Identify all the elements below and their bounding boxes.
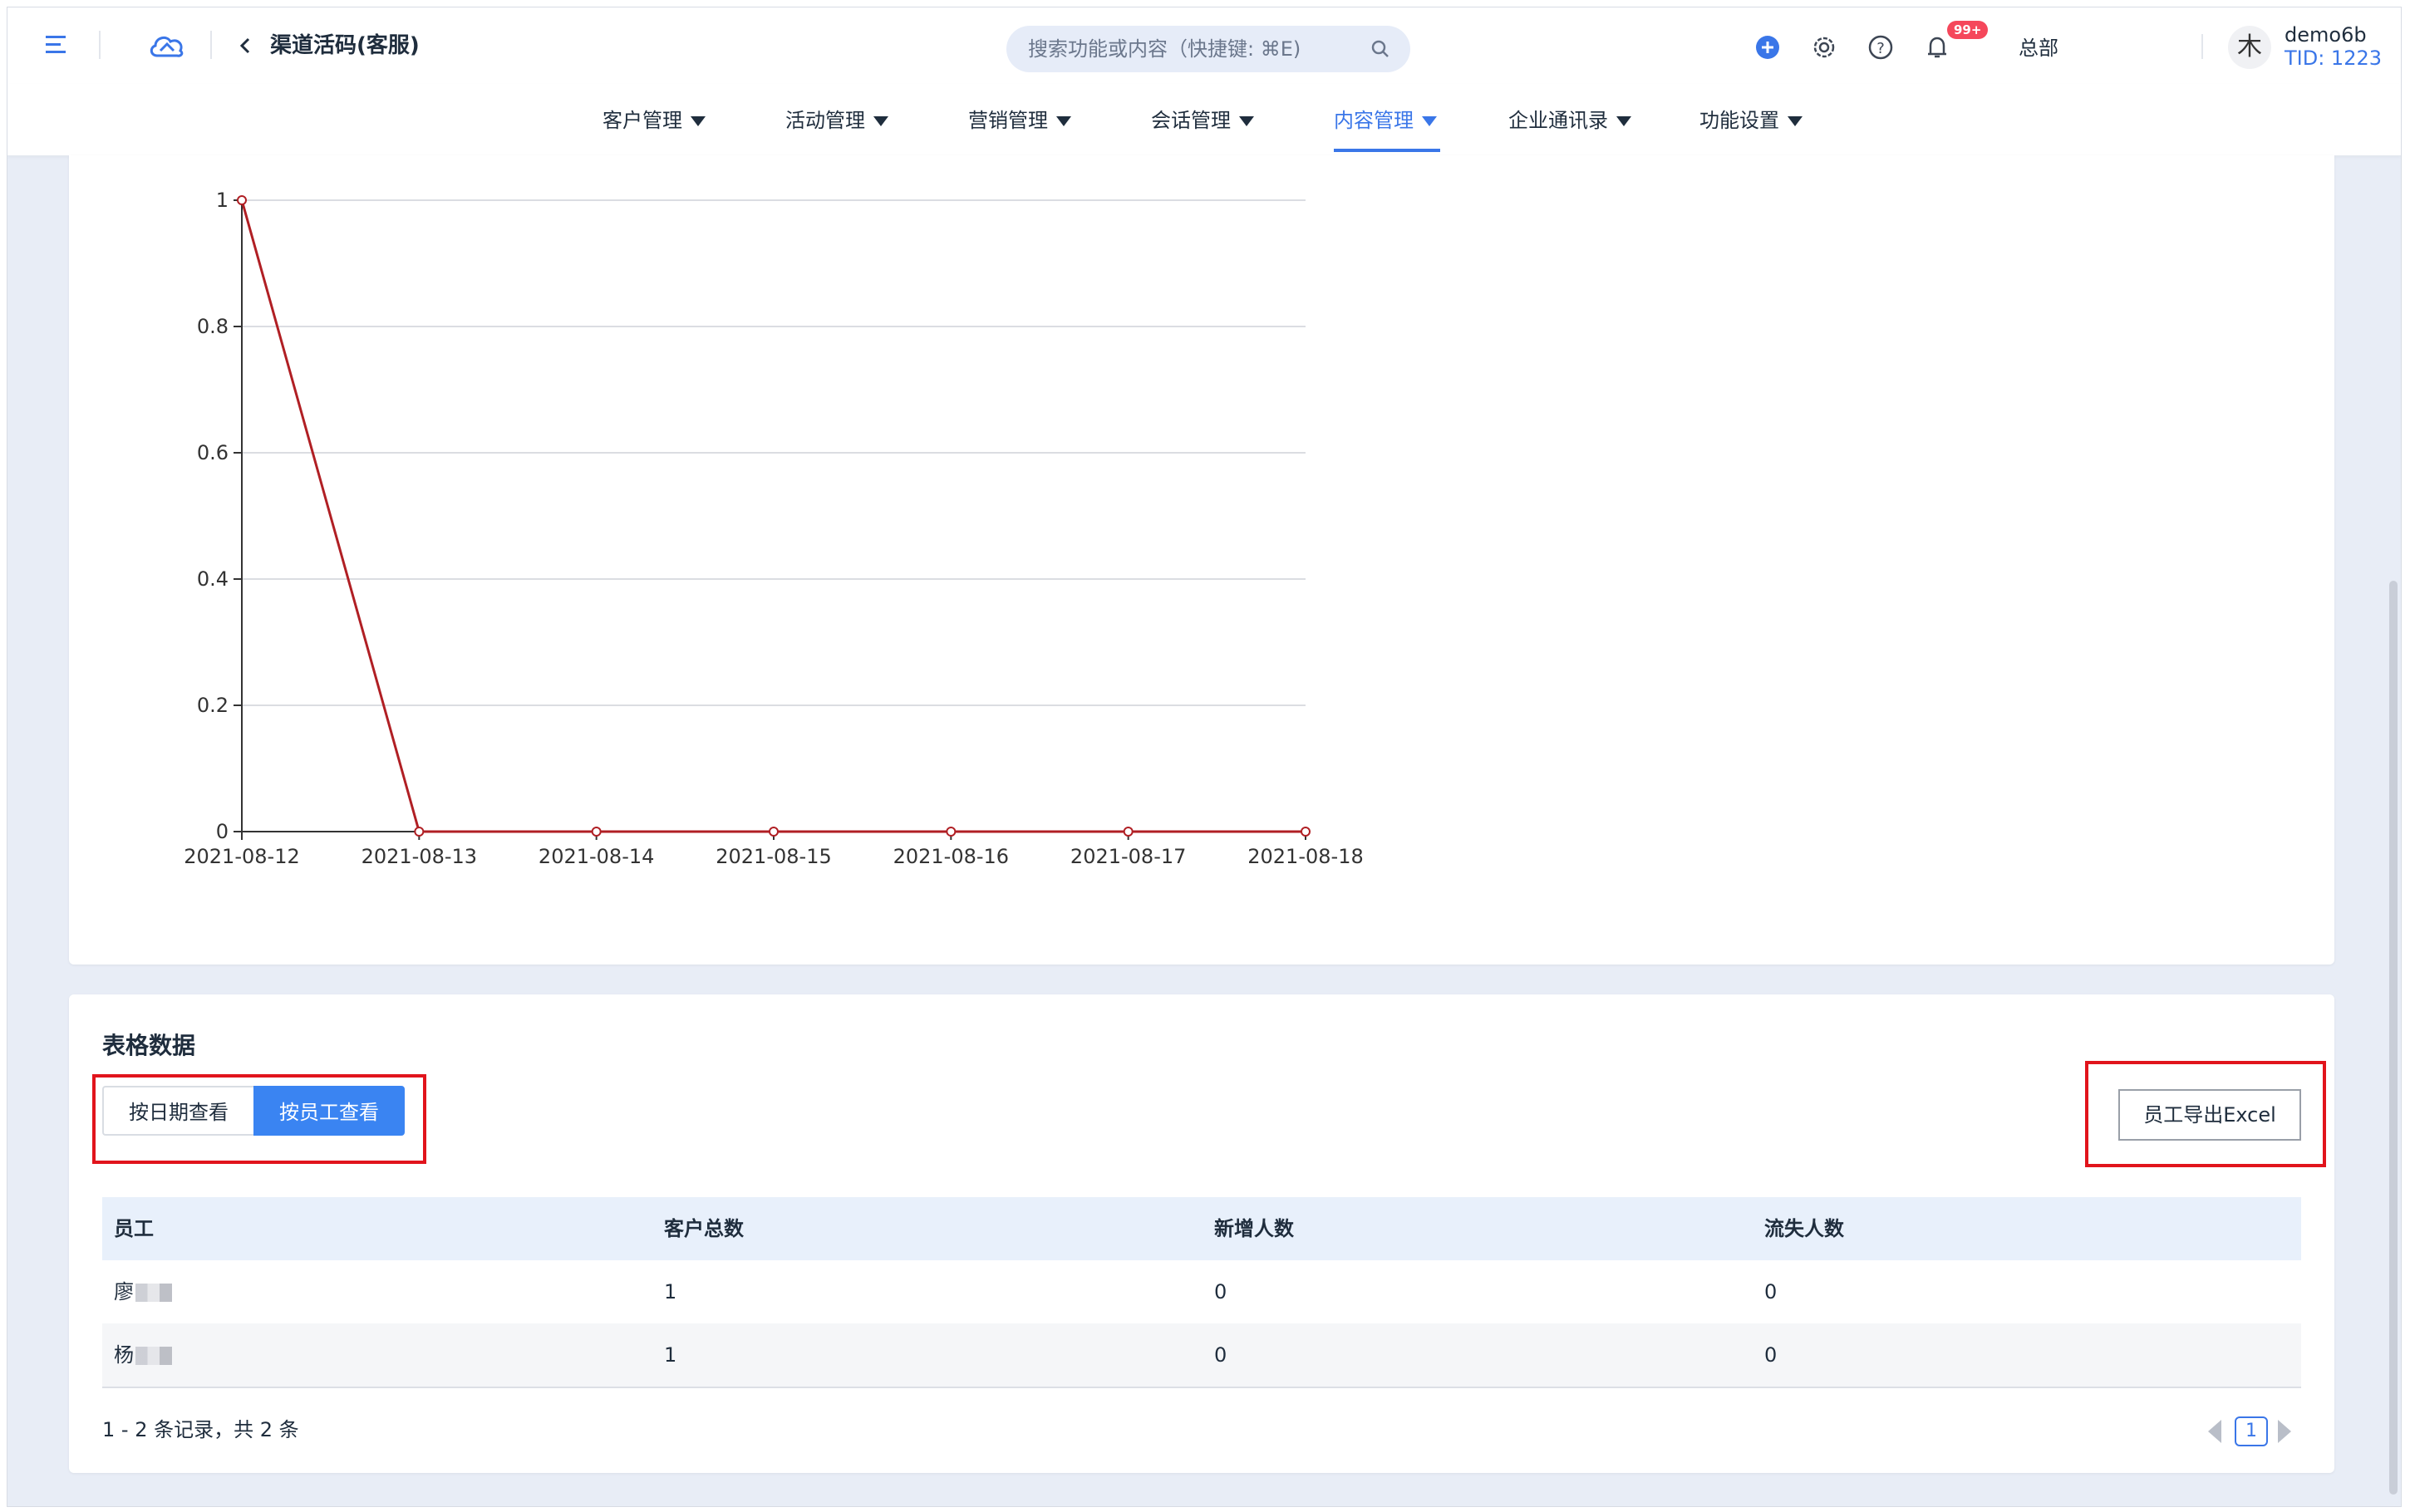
nav-label: 会话管理 xyxy=(1151,109,1231,132)
line-chart: 0 0.2 0.4 0.6 0.8 1 2021-08-12 2021-08-13 2021-0… xyxy=(184,189,1363,868)
nav-item-directory[interactable]: 企业通讯录 xyxy=(1508,104,1631,137)
nav-label: 活动管理 xyxy=(785,109,865,132)
nav-label: 企业通讯录 xyxy=(1508,109,1608,132)
data-point xyxy=(591,827,602,837)
gear-icon[interactable] xyxy=(1809,32,1839,62)
page-number[interactable]: 1 xyxy=(2235,1416,2268,1446)
view-by-date-button[interactable]: 按日期查看 xyxy=(102,1086,253,1136)
x-tick-label: 2021-08-18 xyxy=(1247,845,1363,868)
scrollbar[interactable] xyxy=(2389,581,2398,1495)
table-bottom-border xyxy=(102,1387,2301,1388)
notification-badge: 99+ xyxy=(1947,21,1989,39)
export-excel-button[interactable]: 员工导出Excel xyxy=(2118,1089,2301,1141)
table-title: 表格数据 xyxy=(102,1032,196,1059)
new-cell: 0 xyxy=(1214,1343,1227,1367)
total-cell: 1 xyxy=(664,1280,677,1303)
avatar[interactable]: 木 xyxy=(2228,26,2271,69)
nav-label: 营销管理 xyxy=(968,109,1048,132)
record-summary: 1 - 2 条记录，共 2 条 xyxy=(102,1418,299,1441)
table-row[interactable]: 杨 1 0 0 xyxy=(102,1323,2301,1387)
x-tick-label: 2021-08-12 xyxy=(184,845,299,868)
nav-item-activity[interactable]: 活动管理 xyxy=(785,104,888,137)
app-window: 渠道活码(客服) 搜索功能或内容（快捷键: ⌘E) ? 99+ 总部 木 dem… xyxy=(7,7,2402,1507)
user-name: demo6b xyxy=(2285,23,2367,47)
x-tick-label: 2021-08-15 xyxy=(716,845,831,868)
caret-down-icon xyxy=(1056,116,1071,126)
x-tick-label: 2021-08-13 xyxy=(362,845,477,868)
nav-label: 功能设置 xyxy=(1699,109,1779,132)
employee-name: 廖 xyxy=(114,1280,134,1303)
active-tab-indicator xyxy=(1334,149,1440,152)
back-icon[interactable] xyxy=(234,32,257,59)
search-input[interactable]: 搜索功能或内容（快捷键: ⌘E) xyxy=(1006,26,1410,72)
nav-item-content[interactable]: 内容管理 xyxy=(1334,104,1437,137)
data-point xyxy=(946,827,957,837)
bell-icon[interactable] xyxy=(1922,32,1952,62)
org-switcher[interactable]: 总部 xyxy=(2019,34,2058,62)
column-header[interactable]: 流失人数 xyxy=(1764,1197,1844,1260)
y-tick-label: 0.6 xyxy=(197,441,229,464)
table-header: 员工 客户总数 新增人数 流失人数 xyxy=(102,1197,2301,1260)
lost-cell: 0 xyxy=(1764,1343,1778,1367)
redacted-text xyxy=(135,1284,172,1302)
x-tick-label: 2021-08-14 xyxy=(539,845,654,868)
nav-item-session[interactable]: 会话管理 xyxy=(1151,104,1254,137)
chart-card: 0 0.2 0.4 0.6 0.8 1 2021-08-12 2021-08-13 2021-0… xyxy=(69,155,2334,965)
divider xyxy=(210,31,212,59)
caret-down-icon xyxy=(1788,116,1803,126)
redacted-text xyxy=(135,1347,172,1365)
svg-text:?: ? xyxy=(1876,40,1885,57)
divider xyxy=(2201,34,2203,59)
add-icon[interactable] xyxy=(1753,32,1783,62)
new-cell: 0 xyxy=(1214,1280,1227,1303)
top-bar: 渠道活码(客服) 搜索功能或内容（快捷键: ⌘E) ? 99+ 总部 木 dem… xyxy=(7,7,2401,85)
prev-page-icon[interactable] xyxy=(2208,1420,2221,1443)
column-header[interactable]: 客户总数 xyxy=(664,1197,744,1260)
column-header[interactable]: 员工 xyxy=(114,1197,154,1260)
nav-item-marketing[interactable]: 营销管理 xyxy=(968,104,1071,137)
caret-down-icon xyxy=(873,116,888,126)
caret-down-icon xyxy=(1239,116,1254,126)
series-line xyxy=(240,199,1306,833)
help-icon[interactable]: ? xyxy=(1866,32,1896,62)
user-tid: TID: 1223 xyxy=(2285,47,2383,70)
x-tick-label: 2021-08-16 xyxy=(893,845,1009,868)
search-placeholder: 搜索功能或内容（快捷键: ⌘E) xyxy=(1028,37,1301,61)
y-tick-label: 0 xyxy=(216,820,229,843)
employee-cell: 廖 xyxy=(114,1260,172,1323)
cloud-logo-icon xyxy=(147,31,187,61)
nav-item-settings[interactable]: 功能设置 xyxy=(1699,104,1803,137)
table-card: 表格数据 按日期查看 按员工查看 员工导出Excel 员工 客户总数 新增人数 … xyxy=(69,994,2334,1473)
x-tick-label: 2021-08-17 xyxy=(1070,845,1186,868)
data-point xyxy=(1301,827,1311,837)
divider xyxy=(99,31,101,59)
total-cell: 1 xyxy=(664,1343,677,1367)
page-title: 渠道活码(客服) xyxy=(270,33,420,58)
lost-cell: 0 xyxy=(1764,1280,1778,1303)
data-point xyxy=(1123,827,1134,837)
y-tick-label: 0.8 xyxy=(197,315,229,338)
nav-label: 客户管理 xyxy=(602,109,682,132)
table-row[interactable]: 廖 1 0 0 xyxy=(102,1260,2301,1323)
menu-icon[interactable] xyxy=(42,32,72,57)
view-by-employee-button[interactable]: 按员工查看 xyxy=(253,1086,405,1136)
nav-item-customer[interactable]: 客户管理 xyxy=(602,104,706,137)
data-point xyxy=(237,195,247,205)
column-header[interactable]: 新增人数 xyxy=(1214,1197,1294,1260)
caret-down-icon xyxy=(1422,116,1437,126)
data-point xyxy=(414,827,425,837)
next-page-icon[interactable] xyxy=(2278,1420,2291,1443)
employee-cell: 杨 xyxy=(114,1323,172,1387)
nav-label: 内容管理 xyxy=(1334,109,1414,132)
search-icon[interactable] xyxy=(1370,39,1390,59)
employee-name: 杨 xyxy=(114,1343,134,1367)
caret-down-icon xyxy=(1616,116,1631,126)
main-nav: 客户管理 活动管理 营销管理 会话管理 内容管理 企业通讯录 功能设置 xyxy=(7,84,2401,156)
caret-down-icon xyxy=(691,116,706,126)
y-tick-label: 0.2 xyxy=(197,694,229,717)
y-tick-label: 0.4 xyxy=(197,567,229,591)
data-point xyxy=(769,827,779,837)
y-tick-label: 1 xyxy=(216,189,229,212)
